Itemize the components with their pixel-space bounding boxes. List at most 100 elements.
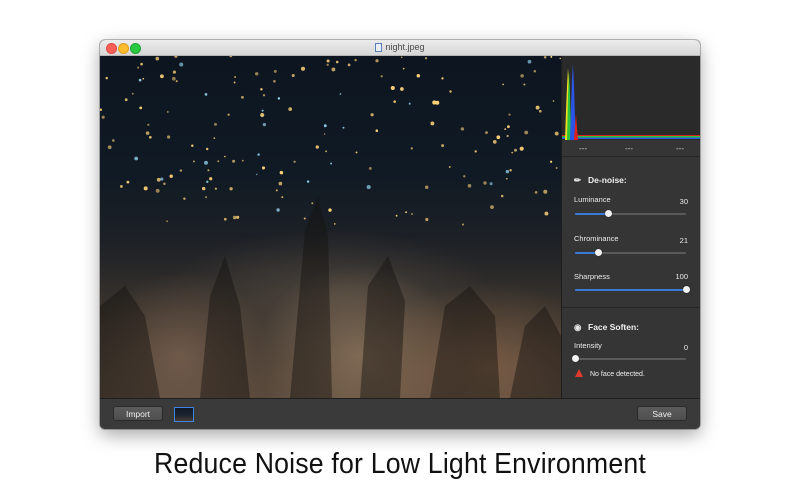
light-dot — [131, 92, 134, 95]
crowd-silhouette — [360, 256, 405, 398]
light-dot — [523, 83, 526, 86]
light-dot — [533, 69, 537, 73]
light-dot — [485, 131, 488, 134]
adjustments-panel: --- --- --- ✏ De-noise: Luminance 30 Chro… — [561, 56, 700, 398]
crowd-lights — [100, 56, 561, 398]
light-dot — [224, 155, 226, 158]
light-dot — [240, 95, 244, 99]
light-dot — [261, 166, 266, 170]
light-dot — [262, 122, 267, 127]
light-dot — [223, 217, 227, 221]
light-dot — [441, 144, 445, 148]
light-dot — [100, 108, 103, 111]
light-dot — [134, 156, 139, 161]
light-dot — [139, 106, 143, 110]
intensity-slider-thumb[interactable] — [571, 355, 579, 362]
light-dot — [505, 177, 508, 180]
crowd-silhouette — [290, 196, 332, 398]
light-dot — [217, 160, 220, 163]
light-dot — [175, 80, 178, 83]
light-dot — [527, 59, 532, 64]
light-dot — [489, 182, 493, 186]
light-dot — [160, 74, 164, 79]
light-dot — [550, 56, 553, 58]
light-dot — [257, 153, 260, 156]
light-dot — [143, 186, 148, 191]
light-dot — [166, 220, 169, 223]
light-dot — [410, 212, 414, 216]
light-dot — [174, 56, 178, 58]
light-dot — [331, 67, 336, 72]
light-dot — [549, 160, 553, 163]
light-dot — [155, 188, 160, 193]
light-dot — [126, 180, 130, 184]
import-button[interactable]: Import — [113, 406, 163, 421]
light-dot — [390, 85, 395, 91]
light-dot — [179, 62, 184, 67]
light-dot — [233, 81, 236, 84]
light-dot — [241, 159, 244, 162]
light-dot — [204, 160, 208, 165]
light-dot — [166, 110, 169, 113]
crowd-silhouette — [200, 256, 250, 398]
light-dot — [315, 145, 319, 149]
light-dot — [408, 102, 411, 105]
light-dot — [333, 223, 336, 225]
sharpness-slider-thumb[interactable] — [682, 286, 690, 293]
save-button[interactable]: Save — [637, 406, 687, 421]
luminance-slider-thumb[interactable] — [604, 210, 612, 217]
light-dot — [156, 177, 161, 182]
histogram-readout-2: --- — [625, 144, 633, 153]
light-dot — [462, 223, 464, 226]
light-dot — [395, 214, 398, 217]
chrominance-slider[interactable] — [575, 249, 686, 256]
light-dot — [448, 166, 451, 168]
bottom-toolbar: Import Save — [100, 398, 700, 429]
light-dot — [326, 59, 330, 63]
light-dot — [410, 147, 413, 150]
light-dot — [393, 100, 396, 103]
light-dot — [380, 75, 383, 78]
light-dot — [538, 109, 542, 113]
light-dot — [502, 83, 504, 86]
light-dot — [508, 113, 511, 116]
light-dot — [534, 191, 538, 194]
light-dot — [425, 217, 429, 222]
light-dot — [105, 76, 108, 80]
no-face-warning: No face detected. — [575, 369, 645, 378]
light-dot — [402, 67, 405, 70]
light-dot — [281, 196, 284, 199]
no-face-warning-text: No face detected. — [590, 371, 645, 378]
intensity-value: 0 — [683, 343, 688, 352]
light-dot — [543, 56, 547, 59]
light-dot — [147, 123, 150, 126]
light-dot — [179, 169, 183, 172]
title-bar: night.jpeg — [100, 40, 700, 56]
app-window: night.jpeg --- --- --- ✏ De-noise: Lumina… — [100, 40, 700, 429]
light-dot — [140, 62, 143, 66]
light-dot — [214, 122, 217, 126]
light-dot — [342, 126, 345, 129]
light-dot — [166, 135, 171, 139]
light-dot — [261, 109, 264, 112]
light-dot — [260, 112, 265, 118]
intensity-slider[interactable] — [571, 355, 686, 362]
light-dot — [552, 100, 555, 102]
light-dot — [204, 93, 208, 96]
light-dot — [511, 151, 514, 154]
chrominance-slider-thumb[interactable] — [594, 249, 602, 256]
light-dot — [504, 128, 507, 130]
histogram-readout-1: --- — [579, 144, 587, 153]
intensity-label: Intensity — [574, 341, 602, 350]
luminance-value: 30 — [679, 197, 688, 206]
light-dot — [279, 170, 284, 175]
image-thumbnail[interactable] — [174, 407, 194, 422]
sharpness-slider[interactable] — [575, 286, 690, 293]
light-dot — [205, 147, 209, 151]
light-dot — [323, 133, 326, 135]
photo-preview[interactable] — [100, 56, 561, 398]
light-dot — [375, 59, 379, 63]
histogram-readout-3: --- — [676, 144, 684, 153]
light-dot — [138, 78, 142, 82]
luminance-slider[interactable] — [575, 210, 686, 217]
